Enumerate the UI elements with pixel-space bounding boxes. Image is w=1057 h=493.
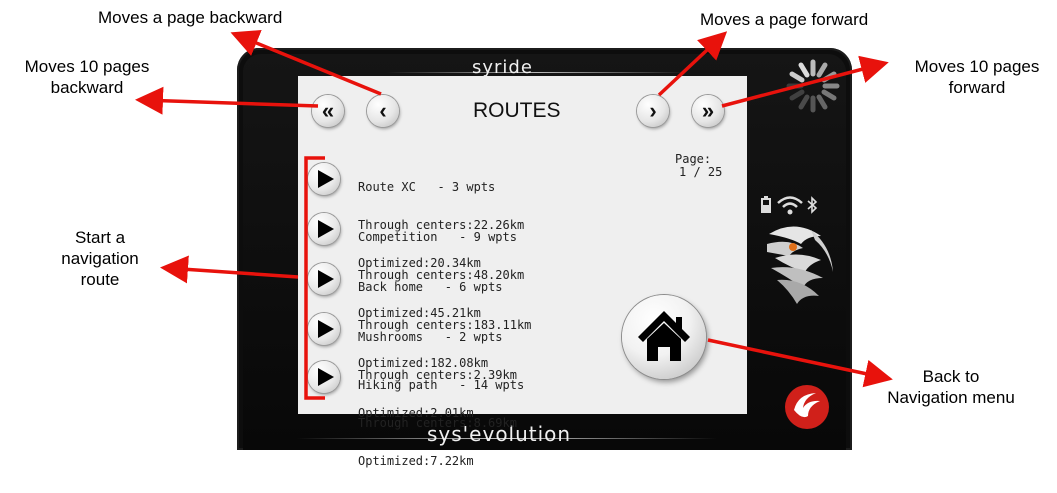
arrow-forward-page (657, 31, 728, 97)
arrow-back-to-menu (707, 338, 893, 388)
route-optimized: Optimized:7.22km (358, 453, 474, 468)
route-bracket (304, 156, 325, 400)
arrow-forward-10-pages (721, 55, 889, 108)
arrow-back-page (230, 30, 382, 96)
arrow-start-route (160, 255, 299, 284)
arrow-back-10-pages (135, 86, 319, 115)
annotation-arrows (135, 30, 893, 400)
